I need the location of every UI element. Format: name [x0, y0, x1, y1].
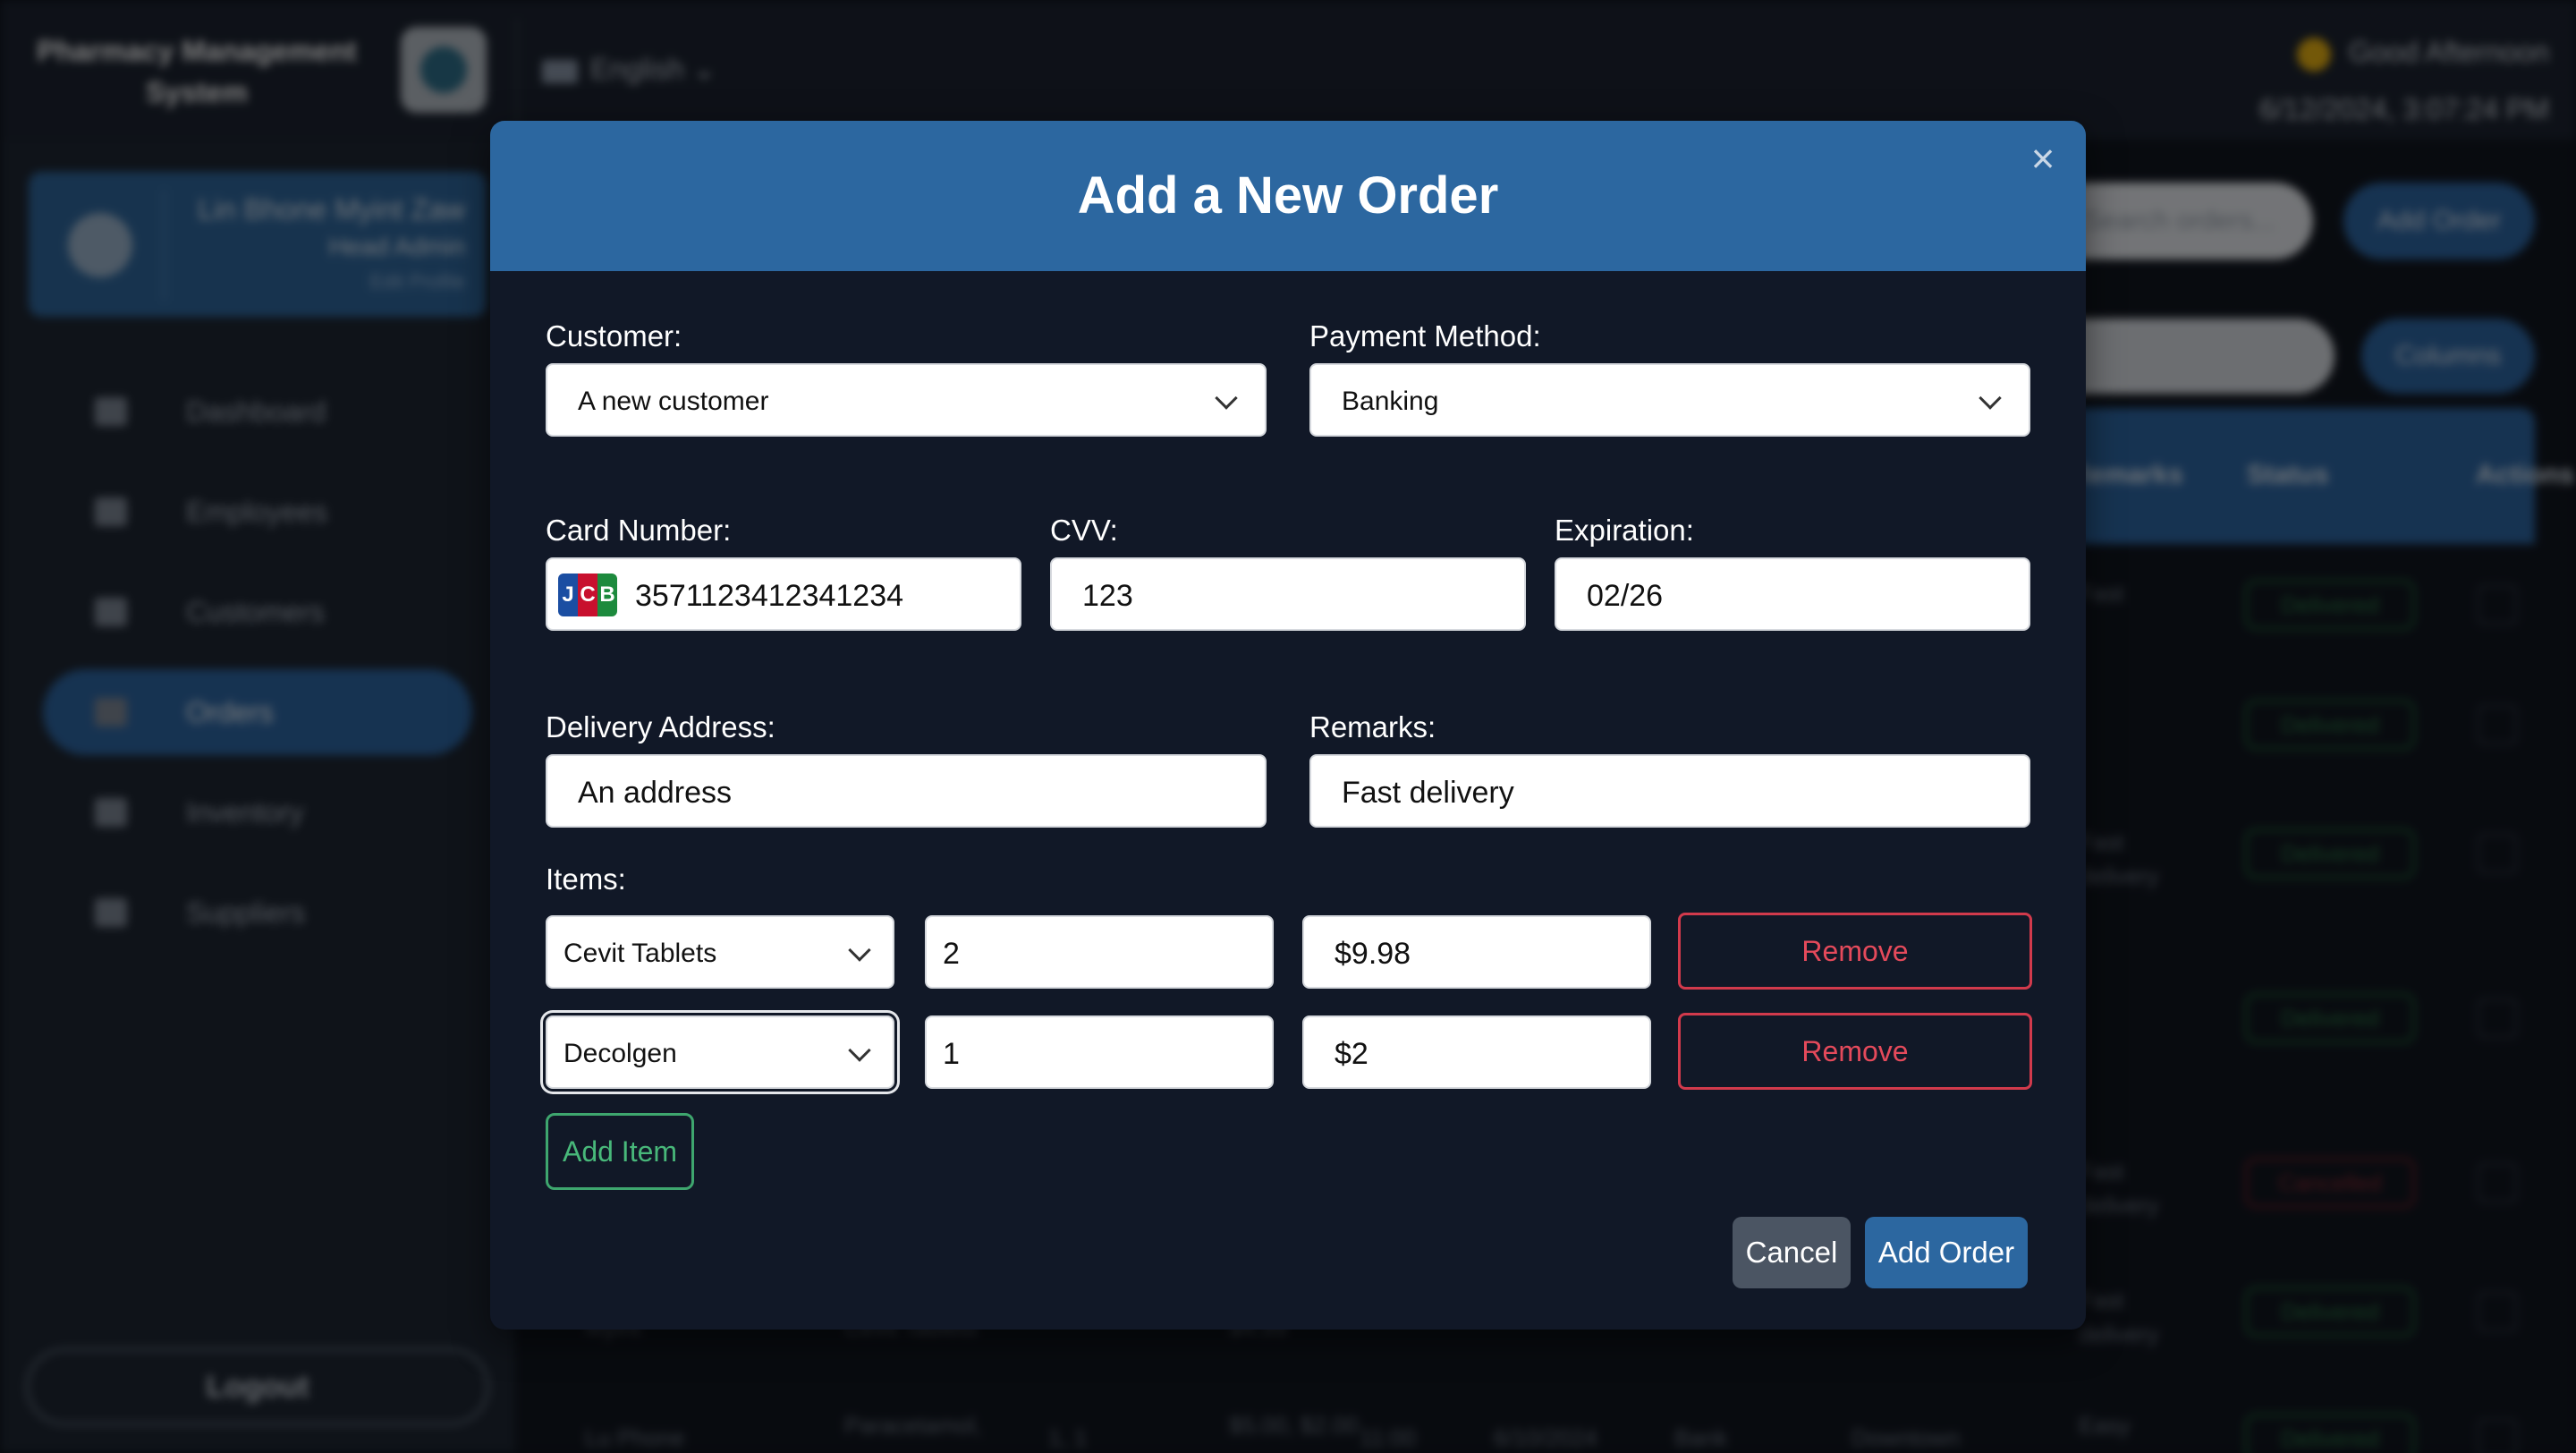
cvv-value: 123 [1082, 579, 1133, 613]
card-number-field[interactable]: JCB 3571123412341234 [546, 557, 1021, 631]
add-order-modal: Add a New Order × Customer: A new custom… [490, 121, 2086, 1330]
item-product-value: Decolgen [564, 1039, 677, 1068]
customer-select-value: A new customer [578, 387, 769, 416]
cvv-label: CVV: [1050, 514, 1118, 547]
chevron-down-icon [848, 1039, 871, 1062]
add-item-button[interactable]: Add Item [546, 1113, 694, 1190]
item-price-value: $9.98 [1335, 937, 1411, 971]
close-icon[interactable]: × [2018, 133, 2068, 183]
item-price-field[interactable]: $9.98 [1302, 915, 1651, 989]
jcb-card-icon: JCB [558, 574, 617, 616]
item-product-select[interactable]: Decolgen [546, 1015, 894, 1089]
remove-item-button[interactable]: Remove [1678, 1013, 2032, 1090]
customer-label: Customer: [546, 319, 682, 353]
cancel-button[interactable]: Cancel [1733, 1217, 1851, 1288]
item-quantity-field[interactable]: 1 [925, 1015, 1274, 1089]
expiration-value: 02/26 [1587, 579, 1664, 613]
chevron-down-icon [1979, 387, 2002, 410]
remarks-field[interactable]: Fast delivery [1309, 754, 2030, 828]
card-number-value: 3571123412341234 [635, 579, 904, 613]
item-price-value: $2 [1335, 1037, 1368, 1071]
item-quantity-value: 1 [943, 1037, 960, 1071]
remove-item-button[interactable]: Remove [1678, 913, 2032, 990]
delivery-address-label: Delivery Address: [546, 710, 775, 743]
remarks-label: Remarks: [1309, 710, 1436, 743]
delivery-address-field[interactable]: An address [546, 754, 1267, 828]
modal-title: Add a New Order [1077, 166, 1499, 225]
customer-select[interactable]: A new customer [546, 363, 1267, 437]
payment-method-select[interactable]: Banking [1309, 363, 2030, 437]
cvv-field[interactable]: 123 [1050, 557, 1526, 631]
modal-header: Add a New Order × [490, 121, 2086, 271]
expiration-field[interactable]: 02/26 [1555, 557, 2030, 631]
submit-order-button[interactable]: Add Order [1865, 1217, 2028, 1288]
chevron-down-icon [1215, 387, 1238, 410]
expiration-label: Expiration: [1555, 514, 1694, 547]
item-price-field[interactable]: $2 [1302, 1015, 1651, 1089]
payment-method-select-value: Banking [1342, 387, 1439, 416]
delivery-address-value: An address [578, 776, 732, 810]
item-product-select[interactable]: Cevit Tablets [546, 915, 894, 989]
item-quantity-value: 2 [943, 937, 960, 971]
item-product-value: Cevit Tablets [564, 939, 717, 968]
item-quantity-field[interactable]: 2 [925, 915, 1274, 989]
card-number-label: Card Number: [546, 514, 732, 547]
items-label: Items: [546, 862, 626, 896]
payment-method-label: Payment Method: [1309, 319, 1541, 353]
remarks-value: Fast delivery [1342, 776, 1514, 810]
chevron-down-icon [848, 939, 871, 962]
